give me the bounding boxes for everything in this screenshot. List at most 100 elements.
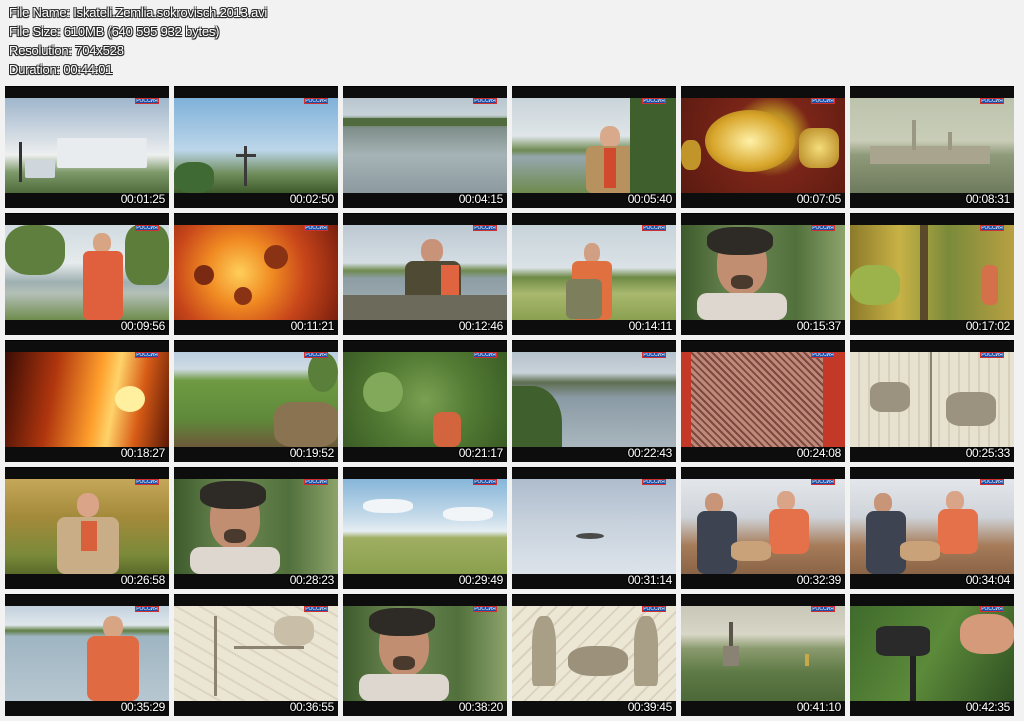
scene-element bbox=[870, 146, 990, 164]
thumbnail-frame-image bbox=[5, 98, 169, 193]
channel-logo: РОССИЯ bbox=[304, 352, 328, 358]
channel-logo: РОССИЯ bbox=[304, 98, 328, 104]
video-thumbnail: РОССИЯ 00:21:17 bbox=[343, 340, 507, 462]
scene-element bbox=[363, 499, 413, 513]
video-thumbnail: РОССИЯ 00:19:52 bbox=[174, 340, 338, 462]
scene-element bbox=[681, 140, 701, 170]
video-thumbnail: РОССИЯ 00:39:45 bbox=[512, 594, 676, 716]
scene-element bbox=[77, 493, 99, 517]
video-thumbnail: РОССИЯ 00:34:04 bbox=[850, 467, 1014, 589]
video-thumbnail: РОССИЯ 00:05:40 bbox=[512, 86, 676, 208]
scene-element bbox=[421, 239, 443, 263]
timestamp-label: 00:38:20 bbox=[458, 700, 504, 714]
scene-element bbox=[604, 148, 616, 188]
scene-element bbox=[946, 392, 996, 426]
scene-element bbox=[769, 509, 809, 554]
channel-logo: РОССИЯ bbox=[811, 98, 835, 104]
timestamp-label: 00:36:55 bbox=[289, 700, 335, 714]
channel-logo: РОССИЯ bbox=[980, 606, 1004, 612]
scene-element bbox=[512, 386, 562, 447]
scene-element bbox=[83, 251, 123, 320]
thumbnail-frame-image bbox=[512, 98, 676, 193]
timestamp-label: 00:17:02 bbox=[965, 319, 1011, 333]
thumbnail-frame-image bbox=[343, 225, 507, 320]
channel-logo: РОССИЯ bbox=[811, 606, 835, 612]
channel-logo: РОССИЯ bbox=[473, 479, 497, 485]
timestamp-label: 00:24:08 bbox=[796, 446, 842, 460]
file-info-header: File Name: Iskateli.Zemlia.sokrovisch.20… bbox=[9, 3, 267, 79]
thumbnail-frame-image bbox=[343, 352, 507, 447]
video-thumbnail: РОССИЯ 00:04:15 bbox=[343, 86, 507, 208]
timestamp-label: 00:14:11 bbox=[628, 319, 673, 333]
thumbnail-frame-image bbox=[681, 479, 845, 574]
channel-logo: РОССИЯ bbox=[642, 98, 666, 104]
scene-element bbox=[433, 412, 461, 447]
scene-element bbox=[938, 509, 978, 554]
scene-element bbox=[910, 656, 916, 701]
channel-logo: РОССИЯ bbox=[642, 225, 666, 231]
thumbnail-frame-image bbox=[512, 225, 676, 320]
scene-element bbox=[115, 386, 145, 412]
thumbnail-frame-image bbox=[681, 606, 845, 701]
scene-element bbox=[630, 98, 676, 193]
scene-element bbox=[960, 614, 1014, 654]
timestamp-label: 00:32:39 bbox=[796, 573, 842, 587]
scene-element bbox=[343, 295, 507, 320]
timestamp-label: 00:25:33 bbox=[965, 446, 1011, 460]
video-thumbnail: РОССИЯ 00:14:11 bbox=[512, 213, 676, 335]
scene-element bbox=[81, 521, 97, 551]
scene-element bbox=[532, 616, 556, 686]
scene-element bbox=[359, 674, 449, 701]
scene-element bbox=[194, 265, 214, 285]
scene-element bbox=[697, 511, 737, 574]
channel-logo: РОССИЯ bbox=[135, 98, 159, 104]
scene-element bbox=[343, 118, 507, 126]
thumbnail-frame-image bbox=[174, 606, 338, 701]
video-thumbnail: РОССИЯ 00:35:29 bbox=[5, 594, 169, 716]
scene-element bbox=[982, 265, 998, 305]
scene-element bbox=[234, 287, 252, 305]
channel-logo: РОССИЯ bbox=[473, 98, 497, 104]
scene-element bbox=[274, 616, 314, 646]
timestamp-label: 00:01:25 bbox=[120, 192, 166, 206]
scene-element bbox=[443, 507, 493, 521]
channel-logo: РОССИЯ bbox=[811, 225, 835, 231]
thumbnail-frame-image bbox=[850, 225, 1014, 320]
scene-element bbox=[369, 608, 435, 636]
video-thumbnail: РОССИЯ 00:38:20 bbox=[343, 594, 507, 716]
file-name-line: File Name: Iskateli.Zemlia.sokrovisch.20… bbox=[9, 5, 268, 20]
scene-element bbox=[244, 146, 247, 186]
scene-element bbox=[823, 352, 845, 447]
scene-element bbox=[93, 233, 111, 253]
scene-element bbox=[236, 154, 256, 157]
scene-element bbox=[57, 138, 147, 168]
channel-logo: РОССИЯ bbox=[135, 606, 159, 612]
timestamp-label: 00:08:31 bbox=[965, 192, 1011, 206]
thumbnail-frame-image bbox=[343, 98, 507, 193]
channel-logo: РОССИЯ bbox=[811, 352, 835, 358]
timestamp-label: 00:21:17 bbox=[458, 446, 504, 460]
scene-element bbox=[707, 227, 773, 255]
thumbnail-frame-image bbox=[174, 352, 338, 447]
timestamp-label: 00:02:50 bbox=[289, 192, 335, 206]
timestamp-label: 00:11:21 bbox=[290, 319, 335, 333]
resolution-line: Resolution: 704x528 bbox=[9, 43, 124, 58]
video-thumbnail: РОССИЯ 00:26:58 bbox=[5, 467, 169, 589]
channel-logo: РОССИЯ bbox=[980, 225, 1004, 231]
timestamp-label: 00:07:05 bbox=[796, 192, 842, 206]
video-thumbnail: РОССИЯ 00:22:43 bbox=[512, 340, 676, 462]
scene-element bbox=[723, 646, 739, 666]
timestamp-label: 00:41:10 bbox=[796, 700, 842, 714]
scene-element bbox=[777, 491, 795, 511]
scene-element bbox=[731, 275, 753, 289]
scene-element bbox=[568, 646, 628, 676]
scene-element bbox=[920, 225, 928, 320]
scene-element bbox=[697, 293, 787, 320]
timestamp-label: 00:28:23 bbox=[289, 573, 335, 587]
thumbnail-frame-image bbox=[174, 479, 338, 574]
channel-logo: РОССИЯ bbox=[473, 606, 497, 612]
channel-logo: РОССИЯ bbox=[304, 225, 328, 231]
thumbnail-frame-image bbox=[5, 479, 169, 574]
scene-element bbox=[200, 481, 266, 509]
scene-element bbox=[850, 265, 900, 305]
